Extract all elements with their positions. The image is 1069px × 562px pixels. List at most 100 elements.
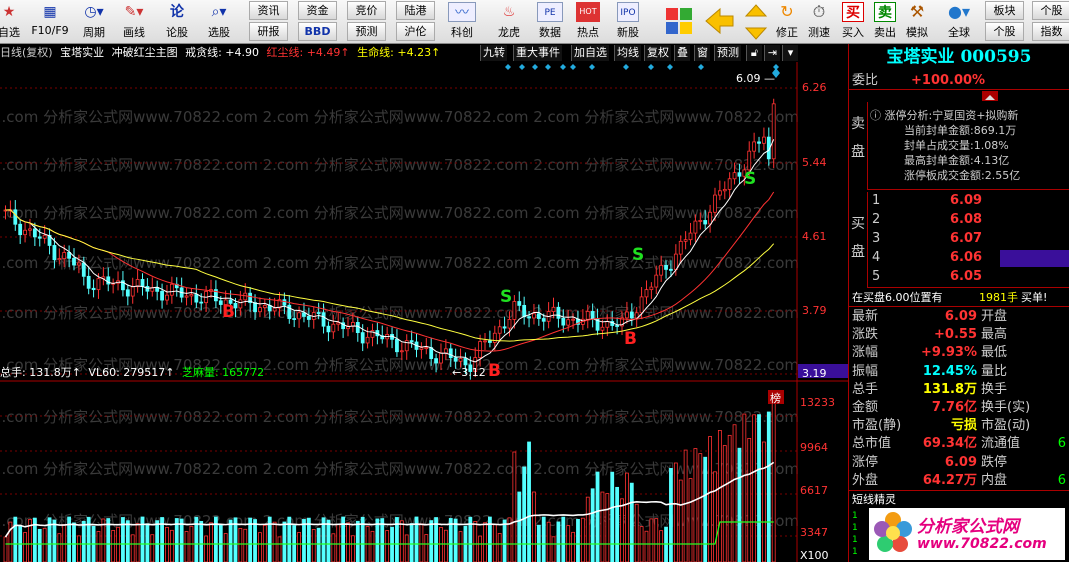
event-marker [667, 64, 673, 70]
sector-button[interactable]: 板块 [985, 1, 1024, 20]
individual-stock-button[interactable]: 个股 [985, 22, 1024, 41]
candle-body [703, 220, 708, 225]
volume-bar [165, 526, 169, 562]
adjust-button[interactable]: 复权 [644, 45, 671, 61]
event-marker [623, 64, 629, 70]
collapse-icon[interactable] [982, 91, 998, 101]
global-button[interactable]: ●▾ 全球 [938, 2, 980, 42]
layout-mosaic-button[interactable] [660, 2, 698, 42]
major-events-button[interactable]: 重大事件 [513, 45, 562, 61]
index-button[interactable]: 指数 [1032, 22, 1069, 41]
candle-body [321, 312, 326, 327]
candle-body [238, 299, 243, 309]
sell-button[interactable]: 卖 卖出 [870, 2, 900, 42]
quote-panel: 宝塔实业 000595 委比 +100.00% 卖盘 ⓘ 涨停分析:宁夏国资+拟… [849, 44, 1069, 562]
event-marker [519, 64, 525, 70]
candle-body [282, 299, 287, 306]
stock-title[interactable]: 宝塔实业 000595 [849, 44, 1069, 70]
candle-body [463, 358, 468, 366]
volume-bar [669, 468, 673, 562]
overlay-button[interactable]: 叠 [674, 45, 690, 61]
event-marker [505, 64, 511, 70]
buy-level-row[interactable]: 4 6.06 [868, 249, 1069, 267]
candle-body [639, 296, 644, 314]
volume-bar [703, 456, 708, 562]
volume-bar [336, 524, 341, 562]
forecast-button[interactable]: 预测 [347, 22, 386, 41]
candle-body [165, 294, 169, 301]
short-elf-title[interactable]: 短线精灵 [849, 490, 1069, 508]
volume-bar [218, 524, 223, 562]
ma-button[interactable]: 均线 [614, 45, 641, 61]
volume-bar [517, 491, 522, 562]
dragon-tiger-button[interactable]: ♨ 龙虎 [491, 2, 527, 42]
buy-button[interactable]: 买 买入 [838, 2, 868, 42]
nine-turn-button[interactable]: 九转 [480, 45, 507, 61]
ipo-button[interactable]: IPO 新股 [610, 2, 646, 42]
volume-bar [590, 488, 595, 562]
period-label[interactable]: 日线(复权) [0, 46, 53, 59]
news-button[interactable]: 资讯 [249, 1, 288, 20]
magnifier-icon: ⌕▾ [211, 4, 227, 20]
candle-body [629, 311, 634, 319]
buy-level-row[interactable]: 5 6.05 [868, 268, 1069, 286]
data-button[interactable]: PE 数据 [532, 2, 568, 42]
volume-bar [561, 516, 566, 562]
period-button[interactable]: ◷▾ 周期 [76, 2, 112, 42]
watermark-text: 2.com 分析家公式网www.70822.com 2.com 分析家公式网ww… [0, 108, 799, 126]
draw-line-button[interactable]: ✎▾ 画线 [116, 2, 152, 42]
jietan-line-value: 戒贪线: +4.90 [185, 46, 260, 59]
buy-level-row[interactable]: 1 6.09 [868, 192, 1069, 210]
candle-body [42, 234, 47, 239]
correct-button[interactable]: ↻ 修正 [772, 2, 802, 42]
volume-bar [512, 451, 517, 562]
site-logo: 分析家公式网 www.70822.com [869, 508, 1065, 560]
volume-bar [404, 534, 409, 562]
buy-signal: B [624, 329, 637, 349]
candle-body [302, 312, 306, 317]
bbd-button[interactable]: BBD [298, 22, 337, 41]
volume-bar [23, 532, 27, 562]
auction-button[interactable]: 竞价 [347, 1, 386, 20]
fullscreen-icon[interactable]: ⇥ [764, 45, 780, 61]
research-button[interactable]: 研报 [249, 22, 288, 41]
buy-level-row[interactable]: 3 6.07 [868, 230, 1069, 248]
page-up-down-button[interactable] [741, 2, 771, 42]
window-button[interactable]: 窗 [694, 45, 710, 61]
volume-bar [429, 520, 434, 562]
f10-button[interactable]: ▦ F10/F9 [28, 2, 72, 42]
back-button[interactable] [700, 2, 738, 42]
total-volume: 总手: 131.8万↑ [0, 366, 81, 379]
kline-chart[interactable]: 2.com 分析家公式网www.70822.com 2.com 分析家公式网ww… [0, 62, 849, 562]
candle-body [541, 318, 546, 322]
market-overview-button[interactable]: 个股 [1032, 1, 1069, 20]
speed-test-button[interactable]: ⏱ 测速 [804, 2, 834, 42]
price-tick-label: 4.61 [802, 230, 827, 243]
candle-body [336, 322, 341, 325]
watchlist-button[interactable]: ★ 自选 [0, 2, 22, 42]
add-watchlist-button[interactable]: 加自选 [571, 45, 609, 61]
pick-stock-button[interactable]: ⌕▾ 选股 [200, 2, 238, 42]
candle-body [429, 347, 434, 359]
candle-body [306, 316, 311, 320]
discuss-button[interactable]: 论 论股 [162, 2, 192, 42]
dropdown-icon[interactable]: ▾ [782, 45, 798, 61]
candle-body [590, 311, 595, 320]
volume-bar [747, 438, 752, 562]
candle-body [644, 289, 649, 298]
capital-button[interactable]: 资金 [298, 1, 337, 20]
volume-bar [179, 518, 184, 562]
pencil-icon: ✎▾ [124, 4, 144, 20]
volume-bar [453, 518, 458, 562]
shanghai-london-button[interactable]: 沪伦 [396, 22, 435, 41]
chart-icon: 〰 [448, 2, 476, 22]
formula-name[interactable]: 冲破红尘主图 [112, 46, 178, 59]
buy-level-row[interactable]: 2 6.08 [868, 211, 1069, 229]
simulate-button[interactable]: ⚒ 模拟 [902, 2, 932, 42]
predict-button[interactable]: 预测 [714, 45, 741, 61]
hot-topics-button[interactable]: HOT 热点 [570, 2, 606, 42]
star-market-button[interactable]: 〰 科创 [444, 2, 480, 42]
candle-body [297, 312, 301, 320]
hk-connect-button[interactable]: 陆港 [396, 1, 435, 20]
lock-icon[interactable]: 🔓︎ [746, 45, 762, 61]
